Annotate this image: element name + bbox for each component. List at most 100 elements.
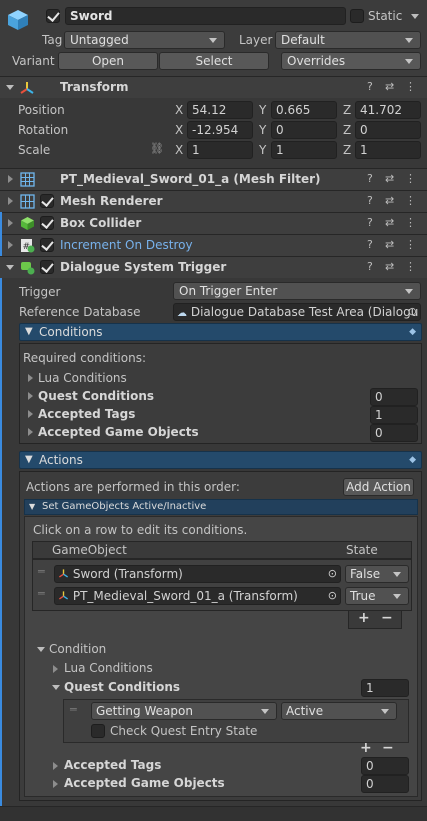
- pos-z-field[interactable]: 41.702: [355, 101, 421, 119]
- active-checkbox[interactable]: [46, 9, 60, 23]
- actions-reorder-icon[interactable]: ◆: [409, 452, 416, 468]
- action-accepted-tags-count[interactable]: 0: [361, 757, 409, 775]
- layer-dropdown[interactable]: Default: [275, 31, 421, 49]
- state-dropdown[interactable]: True: [345, 587, 409, 605]
- help-icon[interactable]: ?: [367, 238, 373, 251]
- action-lua-conditions-label[interactable]: Lua Conditions: [64, 661, 153, 675]
- rot-x-field[interactable]: -12.954: [187, 121, 253, 139]
- conditions-header[interactable]: ▼ Conditions ◆: [19, 323, 422, 341]
- quest-state-dropdown[interactable]: Active: [281, 702, 397, 720]
- scale-z-label[interactable]: Z: [343, 143, 351, 157]
- action-quest-foldout-icon[interactable]: [52, 685, 60, 690]
- quest-foldout-icon[interactable]: [28, 392, 33, 400]
- action-quest-conditions-label[interactable]: Quest Conditions: [64, 680, 180, 694]
- conditions-reorder-icon[interactable]: ◆: [409, 324, 416, 340]
- quest-add-button[interactable]: +: [360, 740, 372, 756]
- scale-x-label[interactable]: X: [175, 143, 183, 157]
- accepted-tags-label[interactable]: Accepted Tags: [38, 407, 135, 421]
- accepted-game-objects-label[interactable]: Accepted Game Objects: [38, 425, 199, 439]
- state-dropdown[interactable]: False: [345, 565, 409, 583]
- remove-row-button[interactable]: −: [381, 610, 393, 626]
- pos-x-label[interactable]: X: [175, 103, 183, 117]
- foldout-icon[interactable]: [6, 85, 14, 90]
- menu-icon[interactable]: ⋮: [405, 216, 416, 229]
- open-button[interactable]: Open: [58, 52, 158, 70]
- help-icon[interactable]: ?: [367, 80, 373, 93]
- drag-handle-icon[interactable]: ═: [38, 565, 45, 578]
- reference-database-field[interactable]: ☁ Dialogue Database Test Area (Dialogu ⊙: [173, 303, 421, 321]
- help-icon[interactable]: ?: [367, 194, 373, 207]
- quest-remove-button[interactable]: −: [382, 740, 394, 756]
- menu-icon[interactable]: ⋮: [405, 80, 416, 93]
- list-row[interactable]: ═ PT_Medieval_Sword_01_a (Transform) ⊙ T…: [33, 585, 411, 607]
- accepted-game-objects-count[interactable]: 0: [370, 424, 418, 442]
- rot-z-label[interactable]: Z: [343, 123, 351, 137]
- action-tags-foldout-icon[interactable]: [53, 762, 58, 770]
- mesh-filter-header[interactable]: PT_Medieval_Sword_01_a (Mesh Filter) ? ⇄…: [0, 168, 427, 190]
- rot-x-label[interactable]: X: [175, 123, 183, 137]
- mesh-renderer-enabled-checkbox[interactable]: [40, 194, 54, 208]
- set-gameobjects-header[interactable]: ▼ Set GameObjects Active/Inactive: [24, 499, 418, 515]
- scale-y-label[interactable]: Y: [259, 143, 266, 157]
- increment-enabled-checkbox[interactable]: [40, 238, 54, 252]
- presets-icon[interactable]: ⇄: [385, 216, 394, 229]
- pos-y-field[interactable]: 0.665: [271, 101, 337, 119]
- help-icon[interactable]: ?: [367, 260, 373, 273]
- scale-z-field[interactable]: 1: [355, 141, 421, 159]
- add-row-button[interactable]: +: [358, 610, 370, 626]
- pos-z-label[interactable]: Z: [343, 103, 351, 117]
- dialogue-trigger-enabled-checkbox[interactable]: [40, 260, 54, 274]
- select-button[interactable]: Select: [159, 52, 269, 70]
- overrides-dropdown[interactable]: Overrides: [281, 52, 421, 70]
- lua-foldout-icon[interactable]: [28, 374, 33, 382]
- rot-y-field[interactable]: 0: [271, 121, 337, 139]
- foldout-icon[interactable]: [8, 241, 13, 249]
- box-collider-enabled-checkbox[interactable]: [40, 216, 54, 230]
- check-quest-entry-checkbox[interactable]: [91, 724, 105, 738]
- gameobject-field[interactable]: PT_Medieval_Sword_01_a (Transform) ⊙: [54, 587, 341, 605]
- action-accepted-game-objects-label[interactable]: Accepted Game Objects: [64, 776, 225, 790]
- presets-icon[interactable]: ⇄: [385, 260, 394, 273]
- foldout-icon[interactable]: [8, 219, 13, 227]
- foldout-icon[interactable]: [8, 175, 13, 183]
- increment-on-destroy-header[interactable]: # Increment On Destroy ? ⇄ ⋮: [0, 234, 427, 256]
- presets-icon[interactable]: ⇄: [385, 194, 394, 207]
- add-action-button[interactable]: Add Action: [343, 478, 414, 496]
- action-accepted-game-objects-count[interactable]: 0: [361, 775, 409, 793]
- dialogue-system-trigger-header[interactable]: Dialogue System Trigger ? ⇄ ⋮: [0, 256, 427, 278]
- quest-name-dropdown[interactable]: Getting Weapon: [91, 702, 277, 720]
- constrain-proportions-icon[interactable]: ⛓: [150, 142, 164, 155]
- pos-x-field[interactable]: 54.12: [187, 101, 253, 119]
- gameobject-field[interactable]: Sword (Transform) ⊙: [54, 565, 341, 583]
- object-picker-icon[interactable]: ⊙: [328, 566, 337, 582]
- condition-label[interactable]: Condition: [49, 642, 106, 656]
- drag-handle-icon[interactable]: ═: [38, 587, 45, 600]
- quest-conditions-label[interactable]: Quest Conditions: [38, 389, 154, 403]
- trigger-dropdown[interactable]: On Trigger Enter: [173, 282, 421, 300]
- menu-icon[interactable]: ⋮: [405, 238, 416, 251]
- menu-icon[interactable]: ⋮: [405, 260, 416, 273]
- help-icon[interactable]: ?: [367, 216, 373, 229]
- foldout-icon[interactable]: [6, 265, 14, 270]
- object-name-field[interactable]: Sword: [65, 7, 346, 25]
- action-quest-conditions-count[interactable]: 1: [361, 679, 409, 697]
- menu-icon[interactable]: ⋮: [405, 172, 416, 185]
- static-dropdown-icon[interactable]: [411, 14, 419, 19]
- scale-y-field[interactable]: 1: [271, 141, 337, 159]
- presets-icon[interactable]: ⇄: [385, 80, 394, 93]
- action-lua-foldout-icon[interactable]: [53, 665, 58, 673]
- list-row[interactable]: ═ Sword (Transform) ⊙ False: [33, 563, 411, 585]
- object-picker-icon[interactable]: ⊙: [408, 304, 417, 320]
- object-picker-icon[interactable]: ⊙: [328, 588, 337, 604]
- lua-conditions-label[interactable]: Lua Conditions: [38, 371, 127, 385]
- transform-header[interactable]: Transform ? ⇄ ⋮: [0, 76, 427, 98]
- help-icon[interactable]: ?: [367, 172, 373, 185]
- tag-dropdown[interactable]: Untagged: [64, 31, 225, 49]
- presets-icon[interactable]: ⇄: [385, 238, 394, 251]
- rot-z-field[interactable]: 0: [355, 121, 421, 139]
- condition-foldout-icon[interactable]: [37, 647, 45, 652]
- rot-y-label[interactable]: Y: [259, 123, 266, 137]
- menu-icon[interactable]: ⋮: [405, 194, 416, 207]
- mesh-renderer-header[interactable]: Mesh Renderer ? ⇄ ⋮: [0, 190, 427, 212]
- action-gos-foldout-icon[interactable]: [53, 780, 58, 788]
